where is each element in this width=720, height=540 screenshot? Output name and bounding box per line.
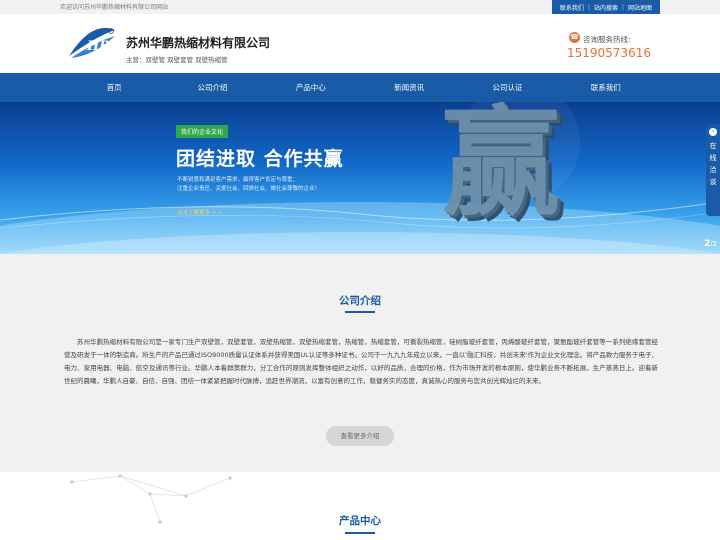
- banner-big-character: 赢: [442, 102, 561, 232]
- top-link-sitemap[interactable]: 网站地图: [624, 3, 656, 12]
- banner-background: [0, 102, 720, 254]
- products-section: 产品中心: [0, 472, 720, 540]
- chat-icon: ‹: [709, 128, 717, 136]
- chat-label-char: 洽: [709, 166, 717, 174]
- banner-subtext-1: 不断锐意和满足客户需求，赢得客户肯定与尊重；: [177, 177, 299, 183]
- about-title-underline: [345, 311, 375, 313]
- nav-item-news[interactable]: 新闻资讯: [360, 73, 458, 102]
- hotline-number[interactable]: 15190573616: [567, 46, 651, 60]
- banner-subtext-2: 注重企业责任、关爱社会、回馈社会、做社会尊敬的企业！: [177, 186, 321, 192]
- about-more-button[interactable]: 查看更多介绍: [326, 426, 394, 446]
- nav-item-home[interactable]: 首页: [65, 73, 163, 102]
- about-section: 公司介绍 苏州华鹏热缩材料有限公司是一家专门生产双壁管，双壁套管，双壁热缩管，双…: [0, 254, 720, 472]
- top-link-contact[interactable]: 联系我们: [556, 3, 588, 12]
- logo-text: HP: [86, 39, 110, 54]
- about-text: 苏州华鹏热缩材料有限公司是一家专门生产双壁管，双壁套管，双壁热缩管，双壁热缩套管…: [64, 338, 658, 385]
- banner-more-link[interactable]: 点击了解更多 > >: [177, 208, 223, 216]
- nav-item-products[interactable]: 产品中心: [262, 73, 360, 102]
- nav-item-contact[interactable]: 联系我们: [557, 73, 655, 102]
- hero-banner[interactable]: 我们的企业文化 团结进取 合作共赢 不断锐意和满足客户需求，赢得客户肯定与尊重；…: [0, 102, 720, 254]
- online-chat-tab[interactable]: ‹ 在 线 洽 谈: [706, 124, 720, 216]
- products-title: 产品中心: [339, 515, 381, 527]
- chat-label-char: 谈: [709, 178, 717, 186]
- banner-pager[interactable]: 2/2: [704, 239, 717, 249]
- main-business: 主营：双壁管 双壁套管 双壁热缩管: [126, 56, 228, 64]
- nav-item-about[interactable]: 公司介绍: [163, 73, 261, 102]
- about-title: 公司介绍: [339, 295, 381, 307]
- pager-total: /2: [710, 240, 718, 248]
- main-nav: 首页 公司介绍 产品中心 新闻资讯 公司认证 联系我们: [0, 73, 720, 102]
- chat-label-char: 线: [709, 154, 717, 162]
- banner-slogan: 团结进取 合作共赢: [176, 148, 344, 170]
- welcome-text: 欢迎访问苏州华鹏热缩材料有限公司网站: [60, 4, 169, 11]
- top-bar: 欢迎访问苏州华鹏热缩材料有限公司网站 联系我们 | 站内搜索 | 网站地图: [0, 0, 720, 15]
- top-links: 联系我们 | 站内搜索 | 网站地图: [551, 0, 660, 15]
- top-link-search[interactable]: 站内搜索: [590, 3, 622, 12]
- company-name: 苏州华鹏热缩材料有限公司: [126, 36, 271, 50]
- site-header: HP 苏州华鹏热缩材料有限公司 主营：双壁管 双壁套管 双壁热缩管 ☎ 咨询服务…: [0, 14, 720, 73]
- phone-icon: ☎: [569, 32, 580, 43]
- banner-tag: 我们的企业文化: [176, 125, 229, 138]
- company-logo[interactable]: HP: [67, 26, 117, 60]
- network-decoration: [70, 474, 232, 524]
- products-title-underline: [345, 532, 375, 534]
- nav-item-certification[interactable]: 公司认证: [458, 73, 556, 102]
- chat-label-char: 在: [709, 142, 717, 150]
- hotline-label: 咨询服务热线:: [583, 35, 631, 44]
